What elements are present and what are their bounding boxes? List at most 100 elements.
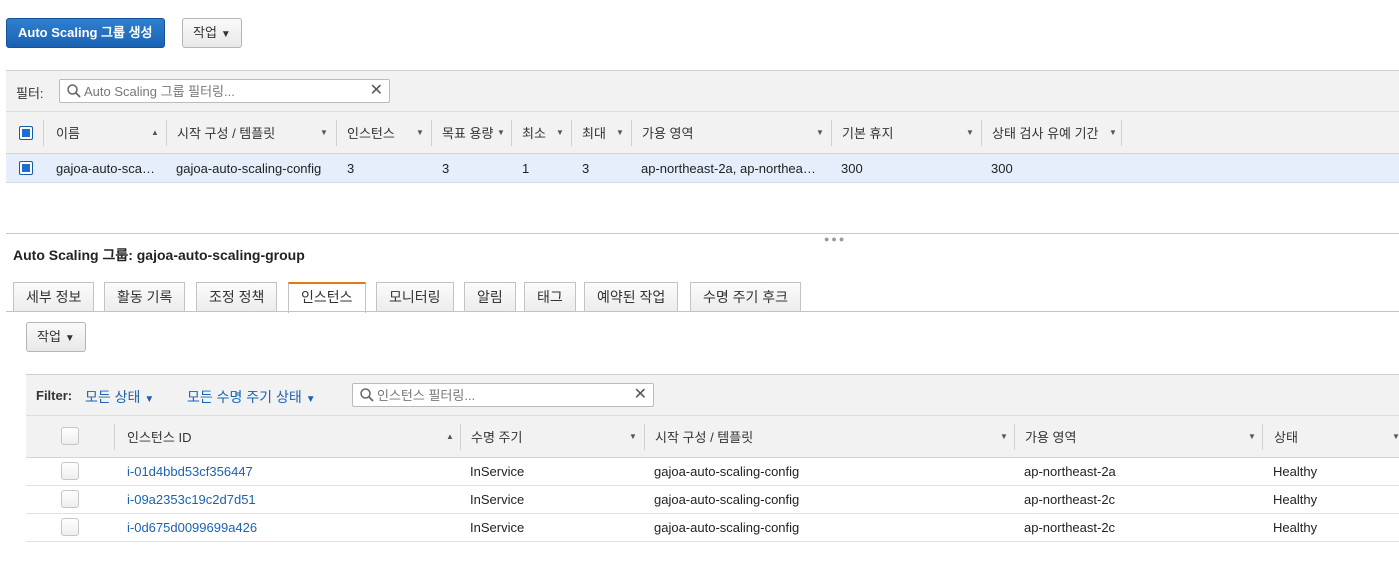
cell-launch-config: gajoa-auto-scaling-config xyxy=(654,492,800,507)
table-row[interactable]: gajoa-auto-sca… gajoa-auto-scaling-confi… xyxy=(6,154,1399,183)
row-checkbox[interactable] xyxy=(19,161,33,175)
row-checkbox[interactable] xyxy=(61,518,79,536)
col-health-check-grace[interactable]: 상태 검사 유예 기간 xyxy=(992,112,1099,153)
chevron-down-icon: ▼ xyxy=(320,128,328,137)
instance-id-link[interactable]: i-0d675d0099699a426 xyxy=(127,514,257,541)
cell-launch-config: gajoa-auto-scaling-config xyxy=(654,520,800,535)
sort-asc-icon: ▲ xyxy=(446,432,454,441)
chevron-down-icon: ▼ xyxy=(1000,432,1008,441)
lifecycle-filter-dropdown[interactable]: 모든 수명 주기 상태 ▼ xyxy=(187,387,316,407)
cell-az: ap-northeast-2a xyxy=(1024,464,1116,479)
table-row[interactable]: i-0d675d0099699a426 InService gajoa-auto… xyxy=(26,514,1399,542)
cell-health: Healthy xyxy=(1273,520,1318,535)
instance-id-link[interactable]: i-09a2353c19c2d7d51 xyxy=(127,486,256,513)
tab-lifecycle-hooks[interactable]: 수명 주기 후크 xyxy=(690,282,802,312)
instance-filter-label: Filter: xyxy=(36,388,73,403)
col-instance-launch-config[interactable]: 시작 구성 / 템플릿 xyxy=(655,416,753,457)
cell-health: Healthy xyxy=(1273,492,1318,507)
detail-title: Auto Scaling 그룹: gajoa-auto-scaling-grou… xyxy=(13,247,305,263)
chevron-down-icon: ▼ xyxy=(616,128,624,137)
tab-details[interactable]: 세부 정보 xyxy=(13,282,95,312)
chevron-down-icon: ▼ xyxy=(556,128,564,137)
cell-lifecycle: InService xyxy=(470,520,525,535)
caret-down-icon: ▼ xyxy=(220,29,231,40)
col-instances[interactable]: 인스턴스 xyxy=(347,112,395,153)
tab-scheduled-actions[interactable]: 예약된 작업 xyxy=(584,282,679,312)
state-filter-dropdown[interactable]: 모든 상태 ▼ xyxy=(85,387,154,407)
cell-lifecycle: InService xyxy=(470,492,525,507)
actions-button[interactable]: 작업 ▼ xyxy=(182,18,242,48)
tab-activity-history[interactable]: 활동 기록 xyxy=(104,282,186,312)
tab-tags[interactable]: 태그 xyxy=(524,282,576,312)
filter-label: 필터: xyxy=(16,86,44,101)
cell-desired: 3 xyxy=(442,160,450,176)
chevron-down-icon: ▼ xyxy=(1392,432,1399,441)
cell-launch-config: gajoa-auto-scaling-config xyxy=(176,160,322,176)
cell-health-check-grace: 300 xyxy=(991,160,1013,176)
instance-search-box: ✕ xyxy=(352,383,654,407)
col-min[interactable]: 최소 xyxy=(522,112,546,153)
pane-divider[interactable] xyxy=(6,233,1399,234)
chevron-down-icon: ▼ xyxy=(416,128,424,137)
search-icon xyxy=(67,84,81,98)
group-filter-bar: 필터: ✕ xyxy=(6,70,1399,112)
row-checkbox[interactable] xyxy=(61,462,79,480)
tab-monitoring[interactable]: 모니터링 xyxy=(376,282,454,312)
col-launch-config[interactable]: 시작 구성 / 템플릿 xyxy=(177,112,275,153)
col-availability-zones[interactable]: 가용 영역 xyxy=(642,112,693,153)
chevron-down-icon: ▼ xyxy=(816,128,824,137)
row-checkbox[interactable] xyxy=(61,490,79,508)
search-icon xyxy=(360,388,374,402)
chevron-down-icon: ▼ xyxy=(305,394,316,405)
cell-name: gajoa-auto-sca… xyxy=(56,160,155,176)
create-auto-scaling-group-button[interactable]: Auto Scaling 그룹 생성 xyxy=(6,18,165,48)
cell-min: 1 xyxy=(522,160,530,176)
select-all-instances-checkbox[interactable] xyxy=(61,427,79,445)
clear-icon[interactable]: ✕ xyxy=(634,386,647,404)
actions-label: 작업 xyxy=(193,25,217,40)
sort-asc-icon: ▲ xyxy=(151,128,159,137)
chevron-down-icon: ▼ xyxy=(629,432,637,441)
table-row[interactable]: i-09a2353c19c2d7d51 InService gajoa-auto… xyxy=(26,486,1399,514)
instance-id-link[interactable]: i-01d4bbd53cf356447 xyxy=(127,458,253,485)
cell-az: ap-northeast-2c xyxy=(1024,492,1116,507)
col-max[interactable]: 최대 xyxy=(582,112,606,153)
resize-handle-icon[interactable]: ●●● xyxy=(824,234,846,244)
instance-filter-bar: Filter: 모든 상태▼ 모든 수명 주기 상태▼ ✕ xyxy=(26,374,1399,416)
cell-health: Healthy xyxy=(1273,464,1318,479)
lifecycle-filter-label: 모든 수명 주기 상태 xyxy=(187,389,302,405)
chevron-down-icon: ▼ xyxy=(497,128,505,137)
tab-baseline xyxy=(6,311,1399,312)
tab-scaling-policies[interactable]: 조정 정책 xyxy=(196,282,278,312)
tab-instances[interactable]: 인스턴스 xyxy=(288,282,366,313)
cell-launch-config: gajoa-auto-scaling-config xyxy=(654,464,800,479)
cell-az: ap-northeast-2c xyxy=(1024,520,1116,535)
clear-icon[interactable]: ✕ xyxy=(370,82,383,100)
cell-instances: 3 xyxy=(347,160,355,176)
group-search-box: ✕ xyxy=(59,79,390,103)
col-desired-capacity[interactable]: 목표 용량 xyxy=(442,112,493,153)
select-all-checkbox[interactable] xyxy=(19,126,33,140)
col-name[interactable]: 이름 xyxy=(56,112,80,153)
cell-max: 3 xyxy=(582,160,590,176)
col-lifecycle[interactable]: 수명 주기 xyxy=(471,416,522,457)
caret-down-icon: ▼ xyxy=(64,333,75,344)
cell-default-cooldown: 300 xyxy=(841,160,863,176)
group-search-input[interactable] xyxy=(84,82,364,100)
instance-actions-button[interactable]: 작업 ▼ xyxy=(26,322,86,352)
table-row[interactable]: i-01d4bbd53cf356447 InService gajoa-auto… xyxy=(26,458,1399,486)
cell-lifecycle: InService xyxy=(470,464,525,479)
instance-search-input[interactable] xyxy=(377,386,627,404)
col-instance-id[interactable]: 인스턴스 ID xyxy=(127,416,191,457)
chevron-down-icon: ▼ xyxy=(1109,128,1117,137)
chevron-down-icon: ▼ xyxy=(1248,432,1256,441)
col-health[interactable]: 상태 xyxy=(1274,416,1298,457)
instance-actions-label: 작업 xyxy=(37,329,61,344)
chevron-down-icon: ▼ xyxy=(966,128,974,137)
tab-notifications[interactable]: 알림 xyxy=(464,282,516,312)
group-table-header: 이름 ▲ 시작 구성 / 템플릿 ▼ 인스턴스 ▼ 목표 용량 ▼ 최소 ▼ 최… xyxy=(6,112,1399,154)
instance-table-header: 인스턴스 ID ▲ 수명 주기 ▼ 시작 구성 / 템플릿 ▼ 가용 영역 ▼ … xyxy=(26,416,1399,458)
col-default-cooldown[interactable]: 기본 휴지 xyxy=(842,112,893,153)
cell-availability-zones: ap-northeast-2a, ap-northea… xyxy=(641,160,816,176)
col-instance-az[interactable]: 가용 영역 xyxy=(1025,416,1076,457)
